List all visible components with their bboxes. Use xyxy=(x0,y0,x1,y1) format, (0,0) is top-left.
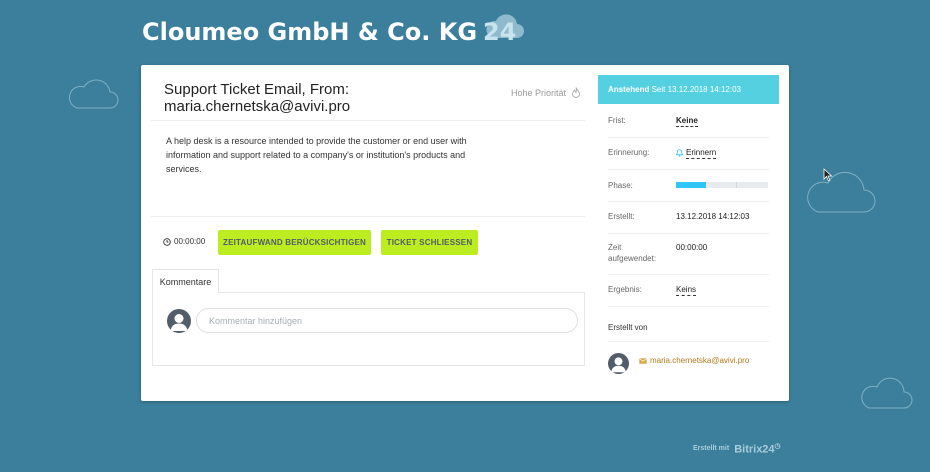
clock-icon: ◷ xyxy=(774,443,781,450)
track-time-button[interactable]: ZEITAUFWAND BERÜCKSICHTIGEN xyxy=(218,230,371,255)
phase-row: Phase: xyxy=(608,180,769,192)
clock-icon xyxy=(163,237,171,246)
time-tracker[interactable]: 00:00:00 xyxy=(163,237,205,246)
phase-tick xyxy=(736,182,737,188)
result-row: Ergebnis: Keins xyxy=(608,284,769,296)
comment-input[interactable] xyxy=(196,308,578,333)
ticket-card: Support Ticket Email, From: maria.cherne… xyxy=(141,65,789,401)
close-ticket-button[interactable]: TICKET SCHLIESSEN xyxy=(381,230,478,255)
divider xyxy=(608,169,769,170)
divider xyxy=(608,306,769,307)
status-header: Anstehend Seit 13.12.2018 14:12:03 xyxy=(598,75,779,104)
brand-logo: Bitrix24◷ xyxy=(734,442,780,456)
reminder-control[interactable]: Erinnern xyxy=(676,147,717,159)
cloud-icon xyxy=(861,377,913,409)
timer-value: 00:00:00 xyxy=(174,237,206,246)
cloud-icon xyxy=(68,79,119,109)
ticket-description: A help desk is a resource intended to pr… xyxy=(166,136,467,174)
priority-label: Hohe Priorität xyxy=(511,87,580,98)
user-icon xyxy=(167,309,191,333)
comments-panel xyxy=(152,292,585,366)
creator-email: maria.chernetska@avivi.pro xyxy=(650,356,750,365)
brand-name: Bitrix24 xyxy=(734,443,775,456)
ticket-sidebar: Anstehend Seit 13.12.2018 14:12:03 Frist… xyxy=(598,75,779,391)
time-spent-label: Zeit aufgewendet: xyxy=(608,243,657,263)
mail-icon xyxy=(639,357,647,364)
creator-link[interactable]: maria.chernetska@avivi.pro xyxy=(639,356,749,365)
deadline-row: Frist: Keine xyxy=(608,115,769,127)
reminder-value: Erinnern xyxy=(686,148,717,159)
divider xyxy=(151,216,585,217)
divider xyxy=(608,274,769,275)
company-name: Cloumeo GmbH & Co. KG xyxy=(142,18,478,46)
footer-branding[interactable]: Erstellt mit Bitrix24◷ xyxy=(693,442,781,456)
cloud-icon xyxy=(807,171,876,213)
ticket-title: Support Ticket Email, From: maria.cherne… xyxy=(164,81,351,115)
created-by-label: Erstellt von xyxy=(608,323,648,332)
created-row: Erstellt: 13.12.2018 14:12:03 xyxy=(608,211,769,223)
divider xyxy=(608,341,769,342)
phase-progress-fill xyxy=(676,182,707,188)
bell-icon xyxy=(676,149,683,157)
divider xyxy=(608,201,769,202)
deadline-value[interactable]: Keine xyxy=(676,115,698,127)
deadline-label: Frist: xyxy=(608,116,626,125)
time-spent-value: 00:00:00 xyxy=(676,243,708,252)
divider xyxy=(608,233,769,234)
created-label: Erstellt: xyxy=(608,212,635,221)
phase-progress-bar[interactable] xyxy=(676,182,768,188)
time-spent-row: Zeit aufgewendet: 00:00:00 xyxy=(608,242,769,266)
company-title: Cloumeo GmbH & Co. KG 24 xyxy=(142,18,516,46)
divider xyxy=(608,137,769,138)
fire-icon xyxy=(571,87,580,98)
status-state: Anstehend xyxy=(608,85,650,94)
made-with-text: Erstellt mit xyxy=(693,445,730,453)
phase-label: Phase: xyxy=(608,181,633,190)
priority-text: Hohe Priorität xyxy=(511,88,567,98)
created-by-row: Erstellt von xyxy=(608,322,769,334)
company-number: 24 xyxy=(483,18,517,46)
ticket-main-panel: Support Ticket Email, From: maria.cherne… xyxy=(141,65,585,401)
status-since: Seit 13.12.2018 14:12:03 xyxy=(651,85,741,94)
result-label: Ergebnis: xyxy=(608,285,642,294)
divider xyxy=(151,120,585,121)
reminder-label: Erinnerung: xyxy=(608,148,650,157)
mouse-cursor-icon xyxy=(823,168,833,182)
reminder-row: Erinnerung: Erinnern xyxy=(608,147,769,159)
tab-comments[interactable]: Kommentare xyxy=(152,269,219,293)
created-value: 13.12.2018 14:12:03 xyxy=(676,212,750,221)
user-icon xyxy=(608,353,629,374)
result-value[interactable]: Keins xyxy=(676,284,697,296)
